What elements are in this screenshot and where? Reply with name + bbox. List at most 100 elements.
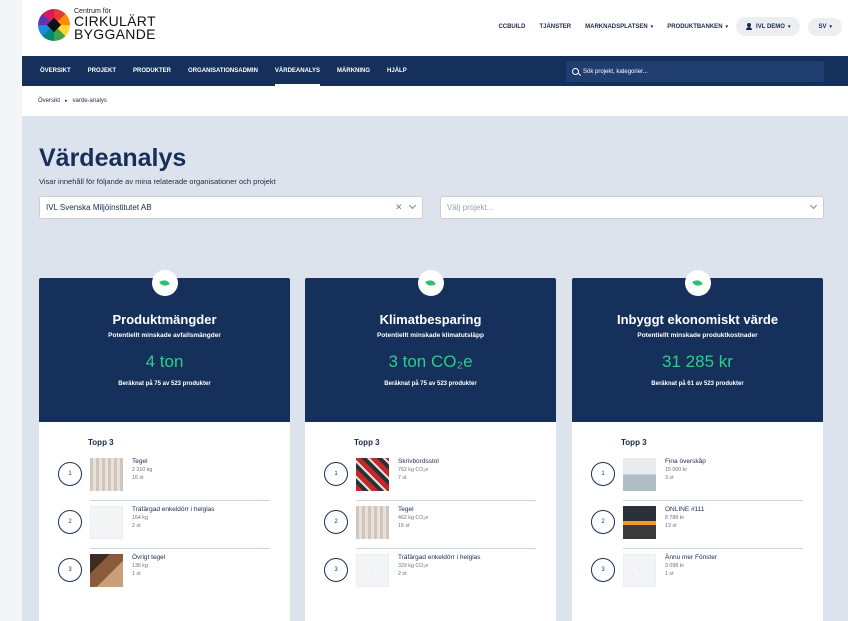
product-name[interactable]: Tegel bbox=[132, 458, 148, 465]
product-amount: 462 kg CO₂e bbox=[398, 515, 429, 521]
page-title: Värdeanalys bbox=[39, 144, 187, 172]
product-thumbnail[interactable] bbox=[356, 506, 389, 539]
nav-hjalp[interactable]: HJÄLP bbox=[387, 56, 407, 86]
rank-badge: 2 bbox=[58, 510, 82, 534]
card-title: Inbyggt ekonomiskt värde bbox=[616, 312, 779, 327]
search-input[interactable]: Sök projekt, kategorier... bbox=[566, 61, 824, 82]
rank-badge: 3 bbox=[591, 558, 615, 582]
list-item[interactable]: 2 Träfärgad enkeldörr i helglas 164 kg 2… bbox=[58, 501, 270, 549]
list-item[interactable]: 1 Skrivbordsstol 762 kg CO₂e 7 st bbox=[324, 453, 536, 501]
product-count: 1 st bbox=[665, 571, 674, 577]
card-top-list: Topp 3 1 Fina överskåp 15 000 kr 3 st 2 … bbox=[572, 422, 823, 621]
product-name[interactable]: Ännu mer Fönster bbox=[665, 554, 717, 561]
caret-down-icon: ▾ bbox=[787, 23, 791, 30]
nav-produkter[interactable]: PRODUKTER bbox=[133, 56, 171, 86]
product-name[interactable]: Tegel bbox=[398, 506, 414, 513]
product-amount: 2 310 kg bbox=[132, 467, 153, 473]
topp-heading: Topp 3 bbox=[88, 438, 114, 447]
value-card: Inbyggt ekonomiskt värde Potentiellt min… bbox=[572, 270, 823, 621]
topnav-tjanster[interactable]: TJÄNSTER bbox=[539, 24, 571, 30]
product-thumbnail[interactable] bbox=[90, 506, 123, 539]
topnav-marknadsplatsen[interactable]: MARKNADSPLATSEN ▾ bbox=[585, 24, 653, 30]
product-name[interactable]: Skrivbordsstol bbox=[398, 458, 439, 465]
product-thumbnail[interactable] bbox=[356, 554, 389, 587]
card-note: Beräknat på 75 av 523 produkter bbox=[384, 381, 477, 387]
product-count: 16 st bbox=[398, 523, 410, 529]
card-header: Inbyggt ekonomiskt värde Potentiellt min… bbox=[572, 270, 823, 422]
product-amount: 762 kg CO₂e bbox=[398, 467, 429, 473]
list-item[interactable]: 3 Övrigt tegel 136 kg 1 st bbox=[58, 549, 270, 597]
nav-vardeanalys[interactable]: VÄRDEANALYS bbox=[274, 56, 321, 86]
product-amount: 329 kg CO₂e bbox=[398, 563, 429, 569]
card-subtitle: Potentiellt minskade klimatutsläpp bbox=[377, 332, 484, 339]
product-name[interactable]: ONLINE #111 bbox=[665, 506, 705, 513]
main-nav: ÖVERSIKT PROJEKT PRODUKTER ORGANISATIONS… bbox=[22, 56, 848, 86]
product-thumbnail[interactable] bbox=[356, 458, 389, 491]
nav-projekt[interactable]: PROJEKT bbox=[88, 56, 116, 86]
language-button[interactable]: SV ▾ bbox=[808, 17, 842, 36]
product-count: 2 st bbox=[132, 523, 141, 529]
user-icon bbox=[746, 23, 753, 30]
list-item[interactable]: 2 Tegel 462 kg CO₂e 16 st bbox=[324, 501, 536, 549]
list-item[interactable]: 1 Fina överskåp 15 000 kr 3 st bbox=[591, 453, 803, 501]
clear-icon[interactable]: ✕ bbox=[395, 202, 403, 212]
card-top-list: Topp 3 1 Tegel 2 310 kg 16 st 2 Träfärga… bbox=[39, 422, 290, 621]
product-count: 13 st bbox=[665, 523, 677, 529]
card-value: 31 285 kr bbox=[662, 352, 733, 371]
product-count: 3 st bbox=[665, 475, 674, 481]
product-name[interactable]: Övrigt tegel bbox=[132, 554, 165, 561]
rank-badge: 2 bbox=[591, 510, 615, 534]
card-note: Beräknat på 75 av 523 produkter bbox=[118, 381, 211, 387]
product-amount: 3 098 kr bbox=[665, 563, 685, 569]
list-item[interactable]: 3 Träfärgad enkeldörr i helglas 329 kg C… bbox=[324, 549, 536, 597]
organization-select[interactable]: IVL Svenska Miljöinstitutet AB ✕ bbox=[39, 196, 423, 219]
product-name[interactable]: Träfärgad enkeldörr i helglas bbox=[398, 554, 481, 561]
product-count: 7 st bbox=[398, 475, 407, 481]
project-select[interactable]: Välj projekt... bbox=[440, 196, 824, 219]
product-count: 2 st bbox=[398, 571, 407, 577]
caret-down-icon: ▾ bbox=[725, 23, 729, 30]
product-thumbnail[interactable] bbox=[90, 554, 123, 587]
site-logo[interactable]: Centrum för CIRKULÄRT BYGGANDE bbox=[38, 8, 156, 41]
nav-oversikt[interactable]: ÖVERSIKT bbox=[40, 56, 71, 86]
topnav-produktbanken[interactable]: PRODUKTBANKEN ▾ bbox=[667, 24, 728, 30]
top-header: Centrum för CIRKULÄRT BYGGANDE CCBUILD T… bbox=[22, 0, 848, 56]
breadcrumb: Översikt ▸ varde-analys bbox=[22, 86, 848, 116]
caret-down-icon: ▾ bbox=[829, 23, 832, 30]
card-value: 4 ton bbox=[145, 352, 184, 371]
list-item[interactable]: 1 Tegel 2 310 kg 16 st bbox=[58, 453, 270, 501]
rank-badge: 2 bbox=[324, 510, 348, 534]
rank-badge: 1 bbox=[591, 462, 615, 486]
product-thumbnail[interactable] bbox=[623, 458, 656, 491]
topnav-ccbuild[interactable]: CCBUILD bbox=[498, 24, 525, 30]
rank-badge: 1 bbox=[324, 462, 348, 486]
card-title: Produktmängder bbox=[112, 312, 217, 327]
product-name[interactable]: Träfärgad enkeldörr i helglas bbox=[132, 506, 215, 513]
breadcrumb-current: varde-analys bbox=[72, 98, 107, 104]
logo-text: Centrum för CIRKULÄRT BYGGANDE bbox=[74, 8, 156, 42]
list-item[interactable]: 2 ONLINE #111 8 788 kr 13 st bbox=[591, 501, 803, 549]
list-item[interactable]: 3 Ännu mer Fönster 3 098 kr 1 st bbox=[591, 549, 803, 597]
breadcrumb-oversikt[interactable]: Översikt bbox=[38, 98, 60, 104]
main-content: Värdeanalys Visar innehåll för följande … bbox=[22, 116, 848, 621]
card-header: Produktmängder Potentiellt minskade avfa… bbox=[39, 270, 290, 422]
app-window: Centrum för CIRKULÄRT BYGGANDE CCBUILD T… bbox=[22, 0, 848, 621]
user-menu-button[interactable]: IVL DEMO ▾ bbox=[736, 17, 801, 36]
rank-badge: 1 bbox=[58, 462, 82, 486]
nav-markning[interactable]: MÄRKNING bbox=[337, 56, 370, 86]
search-icon bbox=[572, 68, 579, 75]
card-subtitle: Potentiellt minskade avfallsmängder bbox=[108, 332, 221, 339]
breadcrumb-separator: ▸ bbox=[65, 98, 68, 104]
topp-heading: Topp 3 bbox=[354, 438, 380, 447]
product-thumbnail[interactable] bbox=[623, 554, 656, 587]
product-name[interactable]: Fina överskåp bbox=[665, 458, 706, 465]
product-thumbnail[interactable] bbox=[623, 506, 656, 539]
card-subtitle: Potentiellt minskade produktkostnader bbox=[637, 332, 758, 339]
leaf-icon bbox=[151, 270, 178, 296]
value-card: Produktmängder Potentiellt minskade avfa… bbox=[39, 270, 290, 621]
page-subtitle: Visar innehåll för följande av mina rela… bbox=[39, 177, 276, 186]
product-thumbnail[interactable] bbox=[90, 458, 123, 491]
nav-organisationsadmin[interactable]: ORGANISATIONSADMIN bbox=[188, 56, 258, 86]
card-title: Klimatbesparing bbox=[379, 312, 482, 327]
card-top-list: Topp 3 1 Skrivbordsstol 762 kg CO₂e 7 st… bbox=[305, 422, 556, 621]
